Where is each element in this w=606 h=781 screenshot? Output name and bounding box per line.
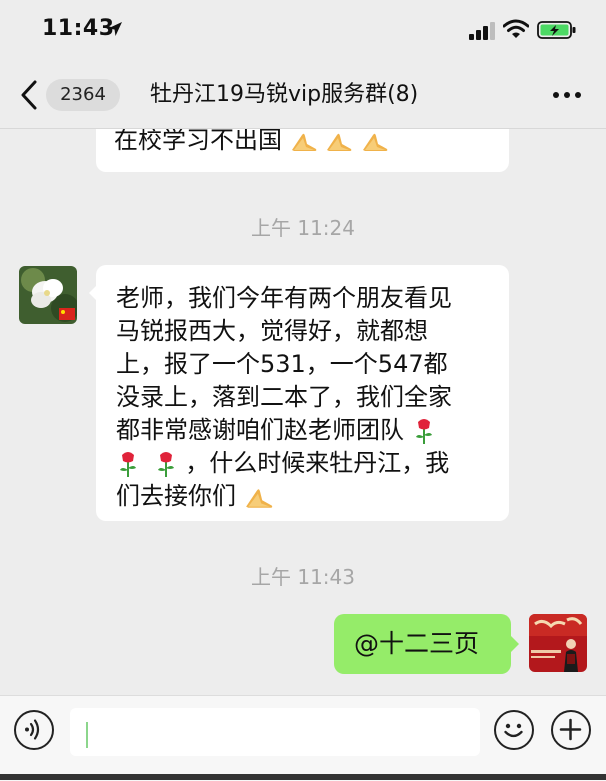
status-time: 11:43 [42,16,115,41]
message-line-with-emoji: 们去接你们 [116,480,274,513]
message-text: @十二三页 [354,629,480,658]
folded-hands-emoji-icon [245,489,272,508]
text-cursor [86,722,88,748]
emoji-icon[interactable] [494,710,534,750]
chevron-left-icon[interactable] [18,78,40,112]
chat-message-list[interactable]: 在校学习不出国 上午 11:24 老师，我们今年有两个朋友看见 马锐报西大，觉得… [0,129,606,695]
folded-hands-emoji-icon [291,133,316,151]
voice-icon[interactable] [14,710,54,750]
message-bubble-sent[interactable]: @十二三页 [334,614,511,674]
avatar[interactable] [19,266,77,324]
message-input-bar [0,695,606,781]
cellular-signal-icon [469,22,495,40]
avatar[interactable] [529,614,587,672]
folded-hands-emoji-icon [327,133,352,151]
wifi-icon [503,19,529,38]
rose-emoji-icon [415,419,432,444]
message-line: 马锐报西大，觉得好，就都想 [116,317,428,345]
location-arrow-icon [108,22,122,36]
more-dots-icon[interactable] [552,86,582,104]
message-input[interactable] [70,708,480,756]
message-text: 在校学习不出国 [114,129,389,157]
battery-charging-icon [537,21,576,39]
bubble-tail [511,636,519,652]
group-chat-title: 牡丹江19马锐vip服务群(8) [150,82,419,107]
message-line-with-emoji: 都非常感谢咱们赵老师团队 [116,414,436,447]
chat-nav-bar: 2364 牡丹江19马锐vip服务群(8) [0,62,606,129]
rose-emoji-icon [120,452,136,477]
message-line: 老师，我们今年有两个朋友看见 [116,284,452,312]
folded-hands-emoji-icon [362,133,388,151]
plus-icon[interactable] [551,710,591,750]
status-bar: 11:43 [0,0,606,62]
message-bubble-received[interactable]: 老师，我们今年有两个朋友看见 马锐报西大，觉得好，就都想 上，报了一个531，一… [96,265,509,521]
message-bubble-received[interactable]: 在校学习不出国 [96,129,509,172]
unread-count-badge[interactable]: 2364 [46,79,120,111]
message-timestamp: 上午 11:43 [251,565,355,589]
message-timestamp: 上午 11:24 [251,216,355,240]
message-line-with-emoji: ，什么时候来牡丹江，我 [116,447,449,480]
message-line: 上，报了一个531，一个547都 [116,350,448,378]
home-indicator [0,774,606,780]
message-line: 没录上，落到二本了，我们全家 [116,383,452,411]
rose-emoji-icon [157,452,174,477]
